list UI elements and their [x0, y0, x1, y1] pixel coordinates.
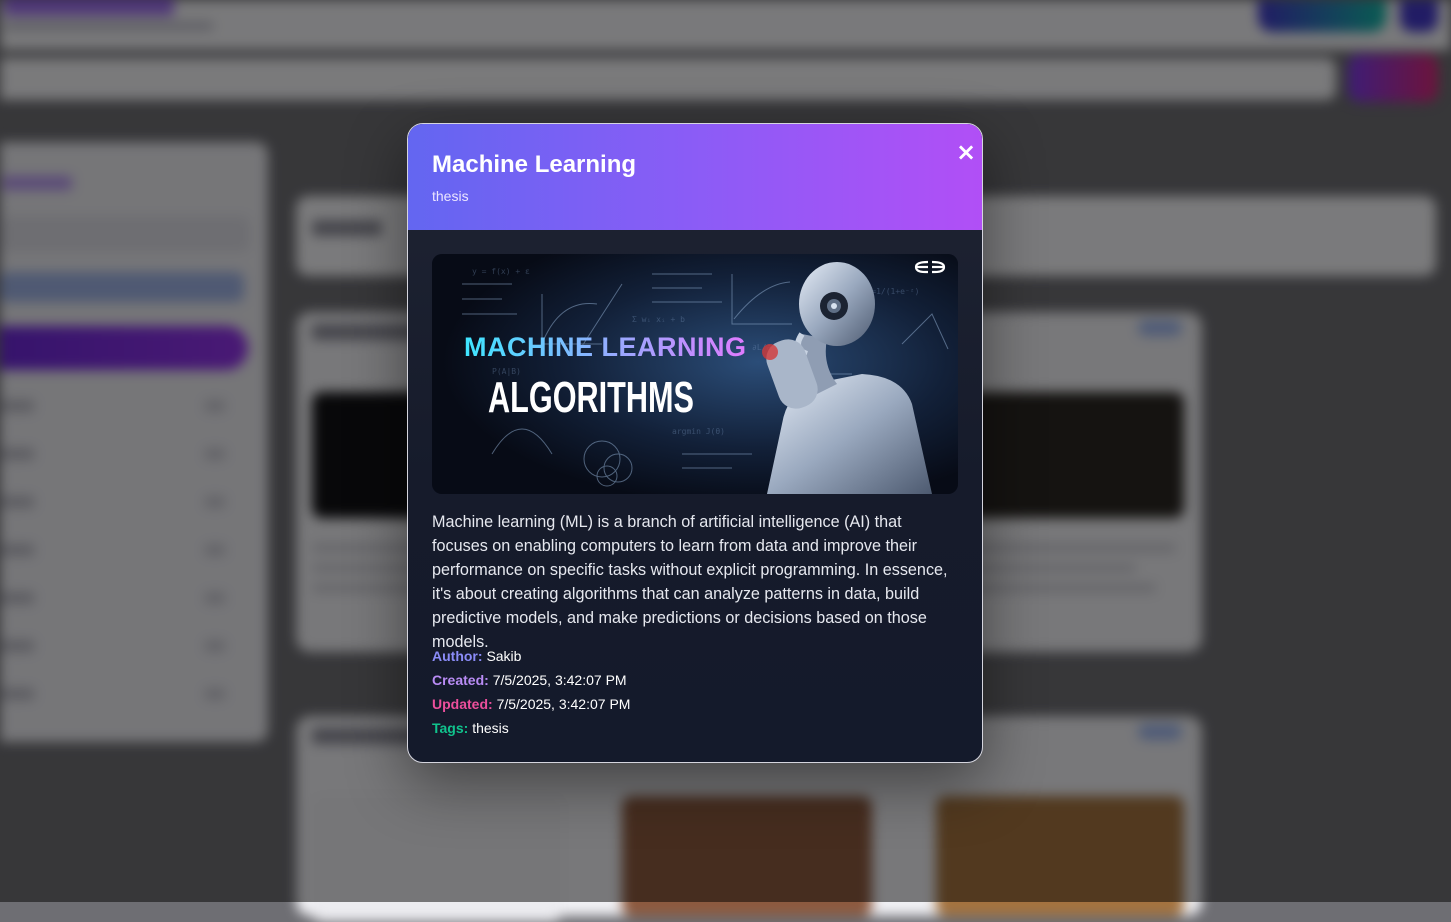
svg-text:ALGORITHMS: ALGORITHMS [488, 373, 694, 422]
created-label: Created: [432, 672, 489, 688]
meta-author: Author: Sakib [432, 648, 521, 664]
meta-tags: Tags: thesis [432, 720, 509, 736]
close-icon[interactable]: × [952, 138, 980, 166]
author-label: Author: [432, 648, 483, 664]
modal-title: Machine Learning [432, 151, 637, 178]
note-image: y = f(x) + ε Σ wᵢ xᵢ + b σ(z)=1/(1+e⁻ᶻ) … [432, 254, 958, 494]
svg-text:MACHINE LEARNING: MACHINE LEARNING [464, 332, 747, 362]
note-description: Machine learning (ML) is a branch of art… [432, 513, 948, 651]
svg-text:y = f(x) + ε: y = f(x) + ε [472, 267, 530, 276]
meta-updated: Updated: 7/5/2025, 3:42:07 PM [432, 696, 630, 712]
meta-created: Created: 7/5/2025, 3:42:07 PM [432, 672, 627, 688]
note-detail-modal: Machine Learning thesis × y = f(x) + ε Σ… [407, 123, 983, 763]
updated-value: 7/5/2025, 3:42:07 PM [496, 696, 631, 712]
svg-text:argmin J(θ): argmin J(θ) [672, 427, 725, 436]
modal-header: Machine Learning thesis × [408, 124, 982, 230]
tags-label: Tags: [432, 720, 469, 736]
created-value: 7/5/2025, 3:42:07 PM [492, 672, 627, 688]
author-value: Sakib [486, 648, 522, 664]
tags-value: thesis [472, 720, 509, 736]
svg-text:Σ wᵢ xᵢ + b: Σ wᵢ xᵢ + b [632, 315, 685, 324]
modal-subtitle: thesis [432, 188, 469, 204]
updated-label: Updated: [432, 696, 493, 712]
